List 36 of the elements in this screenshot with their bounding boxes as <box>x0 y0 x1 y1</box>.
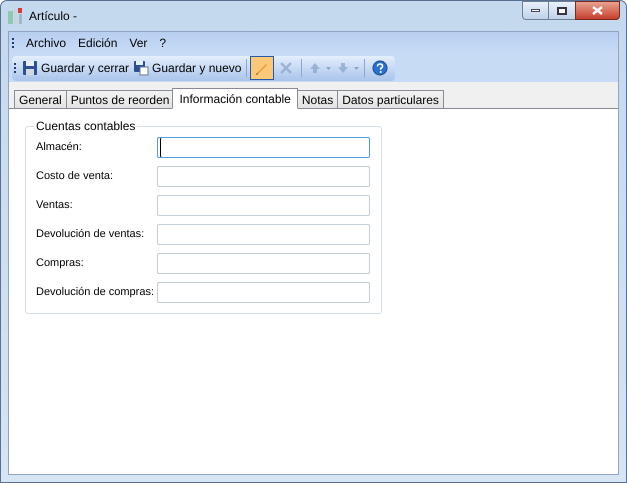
toolbar-button[interactable] <box>250 56 274 80</box>
field-label: Costo de venta: <box>36 169 114 184</box>
toolbar-button[interactable]: Guardar y nuevo <box>131 57 244 79</box>
menu-item[interactable]: Archivo <box>20 33 72 53</box>
caret-icon <box>326 66 332 70</box>
cross-icon <box>278 60 294 76</box>
tab[interactable]: Información contable <box>172 88 298 109</box>
close-button[interactable] <box>575 1 620 20</box>
tab[interactable]: Puntos de reorden <box>66 90 174 108</box>
menu-item[interactable]: ? <box>153 33 172 53</box>
input-field[interactable] <box>157 224 370 245</box>
field-label: Devolución de ventas: <box>36 227 146 242</box>
field-label: Almacén: <box>36 140 83 156</box>
close-icon <box>592 6 603 15</box>
window-title: Artículo - <box>29 8 78 25</box>
field-label: Ventas: <box>36 198 74 214</box>
input-field[interactable] <box>157 137 370 158</box>
group-title: Cuentas contables <box>35 118 136 135</box>
input-field[interactable] <box>157 253 370 274</box>
tab[interactable]: Datos particulares <box>337 90 444 108</box>
disk-page-icon <box>133 60 150 76</box>
toolbar-button[interactable]: Guardar y cerrar <box>20 57 132 79</box>
app-icon <box>7 7 23 25</box>
tab[interactable]: Notas <box>296 90 338 108</box>
tab[interactable]: General <box>14 90 67 108</box>
menu-item[interactable]: Ver <box>123 33 154 53</box>
field-label: Devolución de compras: <box>36 285 156 300</box>
caret-icon <box>354 66 360 70</box>
help-icon <box>372 60 388 76</box>
input-field[interactable] <box>157 166 370 187</box>
maximize-button[interactable] <box>549 1 575 20</box>
menu-item[interactable]: Edición <box>72 33 124 53</box>
minimize-button[interactable] <box>522 1 549 20</box>
input-field[interactable] <box>157 282 370 303</box>
field-label: Compras: <box>36 256 85 272</box>
input-field[interactable] <box>157 195 370 216</box>
